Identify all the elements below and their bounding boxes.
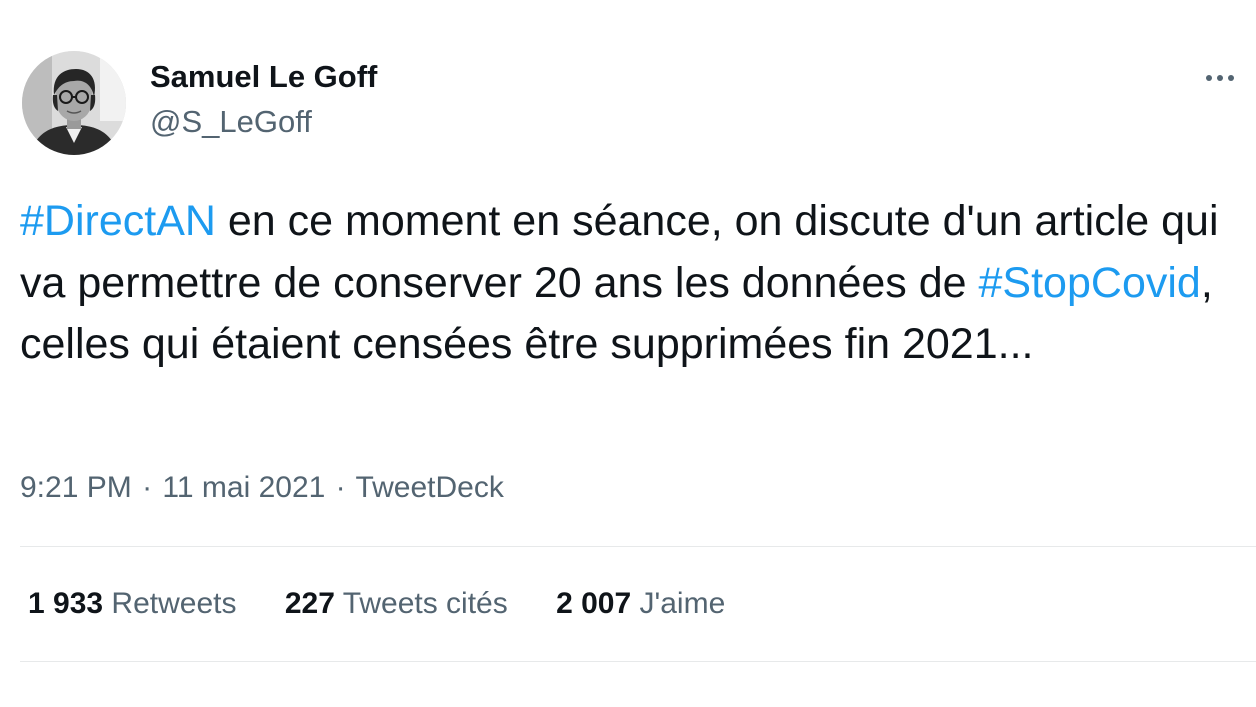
- likes-count: 2 007: [556, 587, 632, 620]
- tweet-stats: 1 933 Retweets 227 Tweets cités 2 007 J'…: [28, 585, 765, 623]
- profile-photo-icon: [22, 51, 126, 155]
- meta-separator: ·: [142, 471, 153, 504]
- retweets-label: Retweets: [111, 587, 237, 620]
- tweet-source[interactable]: TweetDeck: [355, 471, 503, 504]
- more-dots-icon: [1206, 75, 1234, 81]
- quote-tweets-count: 227: [284, 587, 335, 620]
- author-handle[interactable]: @S_LeGoff: [150, 103, 312, 141]
- tweet-date[interactable]: 11 mai 2021: [162, 471, 325, 504]
- retweets-stat[interactable]: 1 933 Retweets: [28, 585, 236, 623]
- author-display-name[interactable]: Samuel Le Goff: [150, 58, 377, 96]
- avatar[interactable]: [22, 51, 126, 155]
- meta-separator: ·: [335, 471, 346, 504]
- likes-label: J'aime: [639, 587, 726, 620]
- tweet-meta: 9:21 PM · 11 mai 2021 · TweetDeck: [20, 469, 504, 507]
- more-options-button[interactable]: [1202, 66, 1238, 90]
- tweet-text: #DirectAN en ce moment en séance, on dis…: [20, 191, 1245, 376]
- divider: [20, 661, 1256, 662]
- retweets-count: 1 933: [28, 587, 104, 620]
- hashtag-link[interactable]: #DirectAN: [20, 197, 216, 245]
- quote-tweets-label: Tweets cités: [342, 587, 508, 620]
- divider: [20, 546, 1256, 547]
- likes-stat[interactable]: 2 007 J'aime: [556, 585, 725, 623]
- tweet-time[interactable]: 9:21 PM: [20, 471, 132, 504]
- quote-tweets-stat[interactable]: 227 Tweets cités: [285, 585, 508, 623]
- tweet-card: Samuel Le Goff @S_LeGoff #DirectAN en ce…: [0, 0, 1256, 707]
- hashtag-link[interactable]: #StopCovid: [979, 259, 1201, 307]
